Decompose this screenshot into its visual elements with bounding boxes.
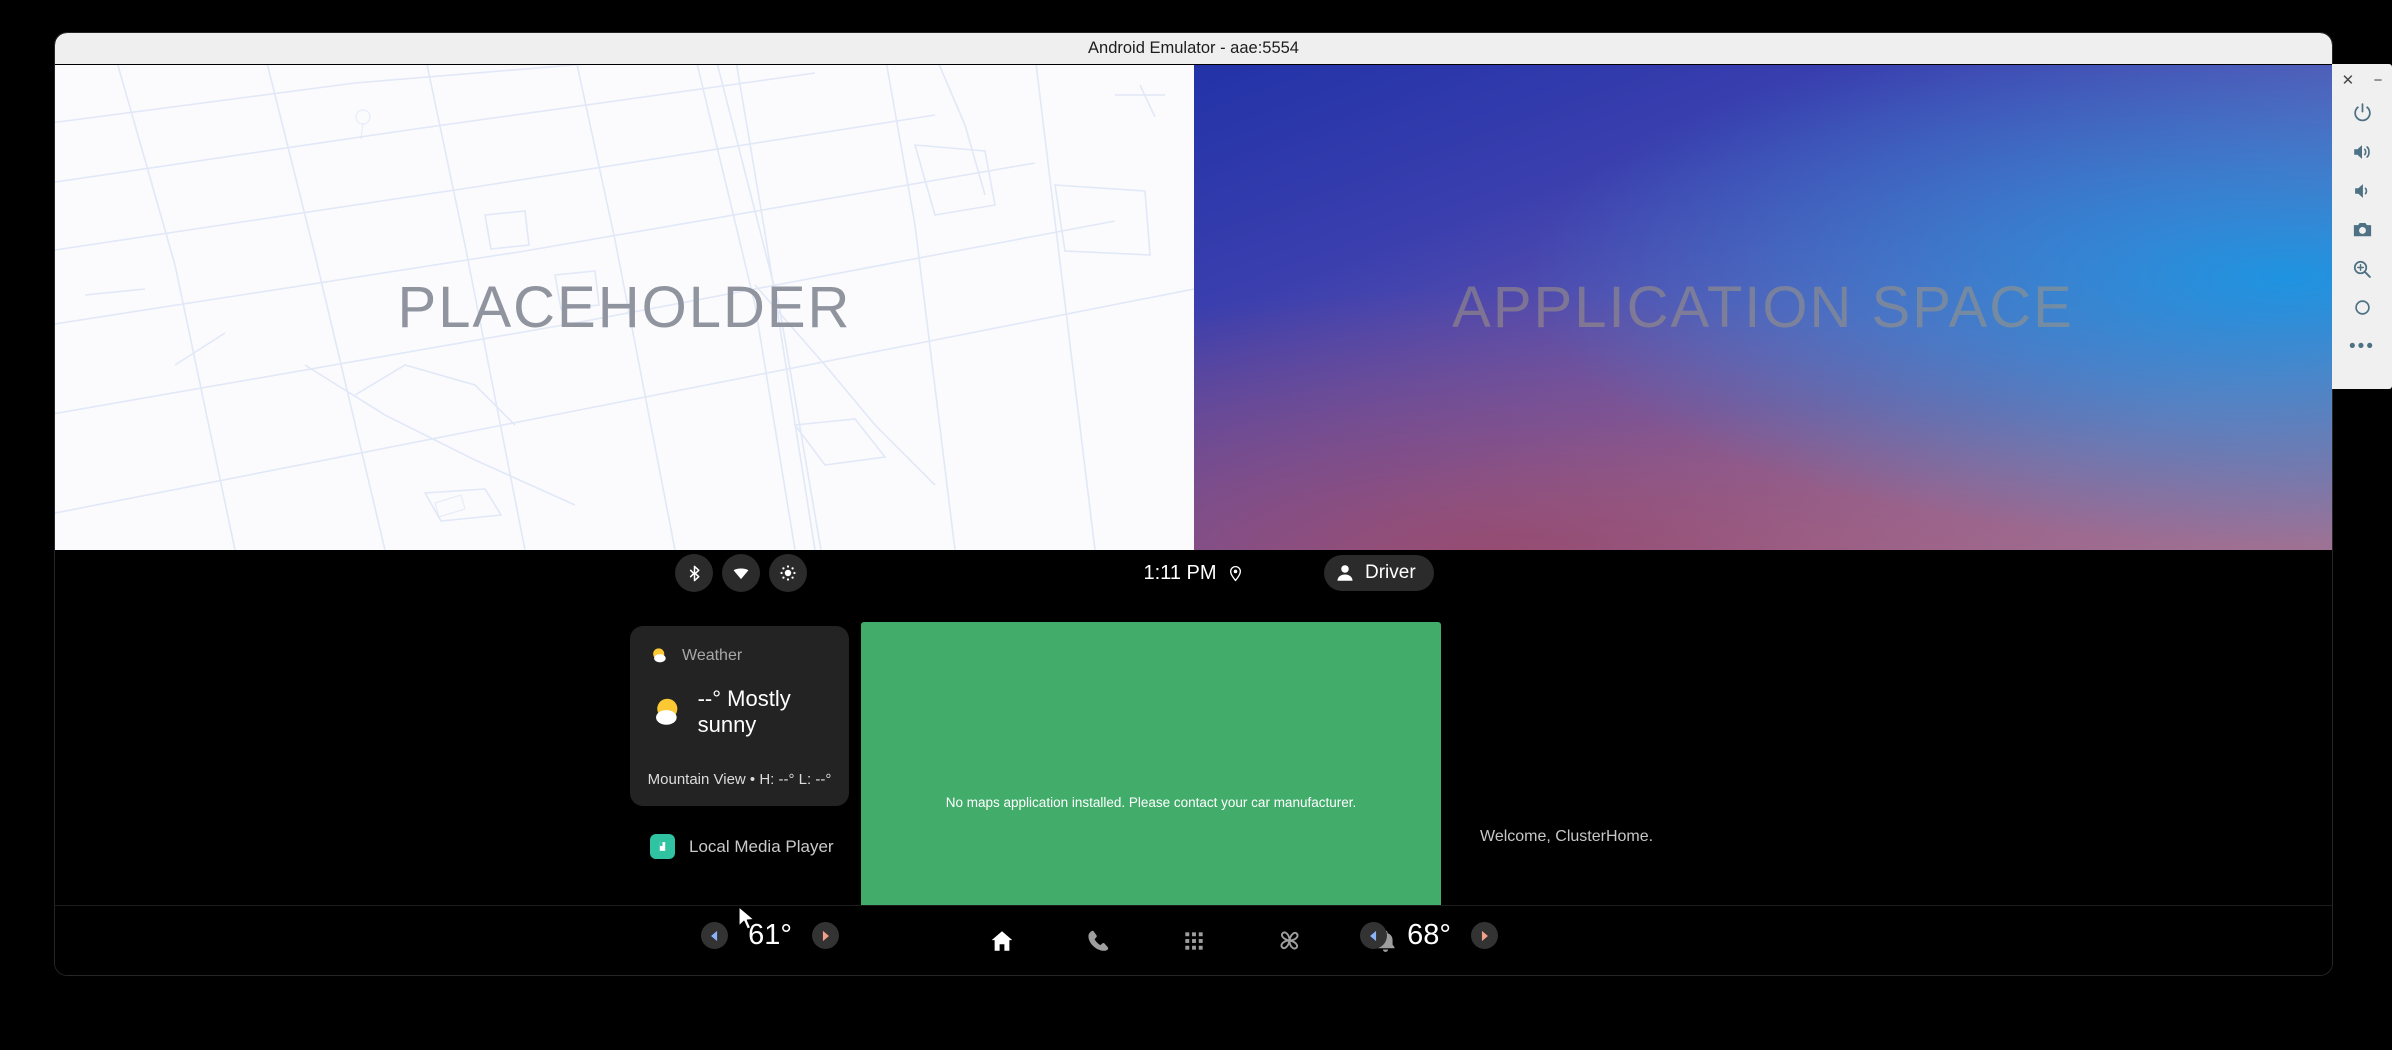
status-clock: 1:11 PM [1143,561,1217,584]
passenger-temp-value: 68° [1407,919,1451,951]
home-icon [991,930,1012,951]
media-glyph-icon [659,842,666,851]
home-content-area: Weather --° Mostly sunny Mountain View •… [55,596,2332,975]
passenger-temperature-control: 68° [1360,919,1498,952]
chevron-left-icon [1370,930,1377,941]
status-center-cluster: 1:11 PM [55,550,2332,596]
weather-card[interactable]: Weather --° Mostly sunny Mountain View •… [630,626,849,806]
user-switch-button[interactable]: Driver [1324,555,1434,591]
nav-dialer-button[interactable] [1076,919,1120,963]
status-bar: 1:11 PM Driver [55,550,2332,596]
application-space-label: APPLICATION SPACE [1452,275,2074,340]
volume-down-icon [2355,183,2368,198]
weather-card-header: Weather [650,646,742,665]
weather-location-range: Mountain View • H: --° L: --° [647,771,832,788]
volume-up-icon [2354,144,2370,159]
weather-condition-text: --° Mostly sunny [697,686,791,737]
emulator-title-bar[interactable]: Android Emulator - aae:5554 [55,33,2332,64]
zoom-button[interactable] [2332,249,2392,288]
chevron-right-icon [1481,930,1488,941]
nav-apps-button[interactable] [1172,919,1216,963]
top-split-area: PLACEHOLDER APPLICATION SPACE [55,65,2332,550]
camera-icon [2353,222,2371,237]
placeholder-label: PLACEHOLDER [397,275,852,340]
apps-grid-icon [1184,931,1203,950]
power-icon [2353,103,2371,122]
zoom-in-icon [2353,260,2371,278]
device-screen: PLACEHOLDER APPLICATION SPACE 1:11 PM Dr… [55,65,2332,975]
emulator-side-toolbar: ✕ − ••• [2332,64,2392,389]
nav-climate-button[interactable] [1268,919,1312,963]
emulator-title-text: Android Emulator - aae:5554 [1088,39,1299,57]
passenger-temp-decrease-button[interactable] [1360,922,1387,949]
media-app-label: Local Media Player [689,836,834,856]
weather-card-title: Weather [682,646,743,664]
media-app-row[interactable]: Local Media Player [650,834,834,859]
emulator-window: Android Emulator - aae:5554 PLACEHOLDER … [55,33,2332,975]
screen-root: Android Emulator - aae:5554 PLACEHOLDER … [0,0,2392,1050]
screenshot-button[interactable] [2332,210,2392,249]
partly-sunny-icon [653,648,666,663]
bottom-nav-bar: 61° 68° [55,905,2332,975]
person-icon [1337,565,1353,581]
maps-missing-message: No maps application installed. Please co… [945,794,1357,810]
nav-home-button[interactable] [980,919,1024,963]
volume-up-button[interactable] [2332,132,2392,171]
emulator-window-controls: ✕ − [2332,64,2392,93]
cluster-welcome-text: Welcome, ClusterHome. [1480,828,1654,845]
volume-down-button[interactable] [2332,171,2392,210]
user-switch-label: Driver [1365,562,1416,583]
rotate-circle-icon [2354,300,2370,315]
nav-icon-group [55,906,2332,975]
rotate-button[interactable] [2332,288,2392,327]
weather-card-main: --° Mostly sunny [651,686,849,738]
fan-icon [1280,931,1299,950]
more-dots-icon: ••• [2349,336,2375,357]
phone-icon [1087,930,1108,951]
minimize-icon[interactable]: − [2374,73,2383,88]
more-button[interactable]: ••• [2332,327,2392,366]
application-space-pane[interactable]: APPLICATION SPACE [1194,65,2332,550]
partly-sunny-large-icon [656,698,678,725]
location-pin-icon [1229,565,1241,581]
placeholder-pane[interactable]: PLACEHOLDER [55,65,1194,550]
close-icon[interactable]: ✕ [2342,73,2355,88]
passenger-temp-increase-button[interactable] [1471,922,1498,949]
media-app-icon [650,834,675,859]
power-button[interactable] [2332,93,2392,132]
